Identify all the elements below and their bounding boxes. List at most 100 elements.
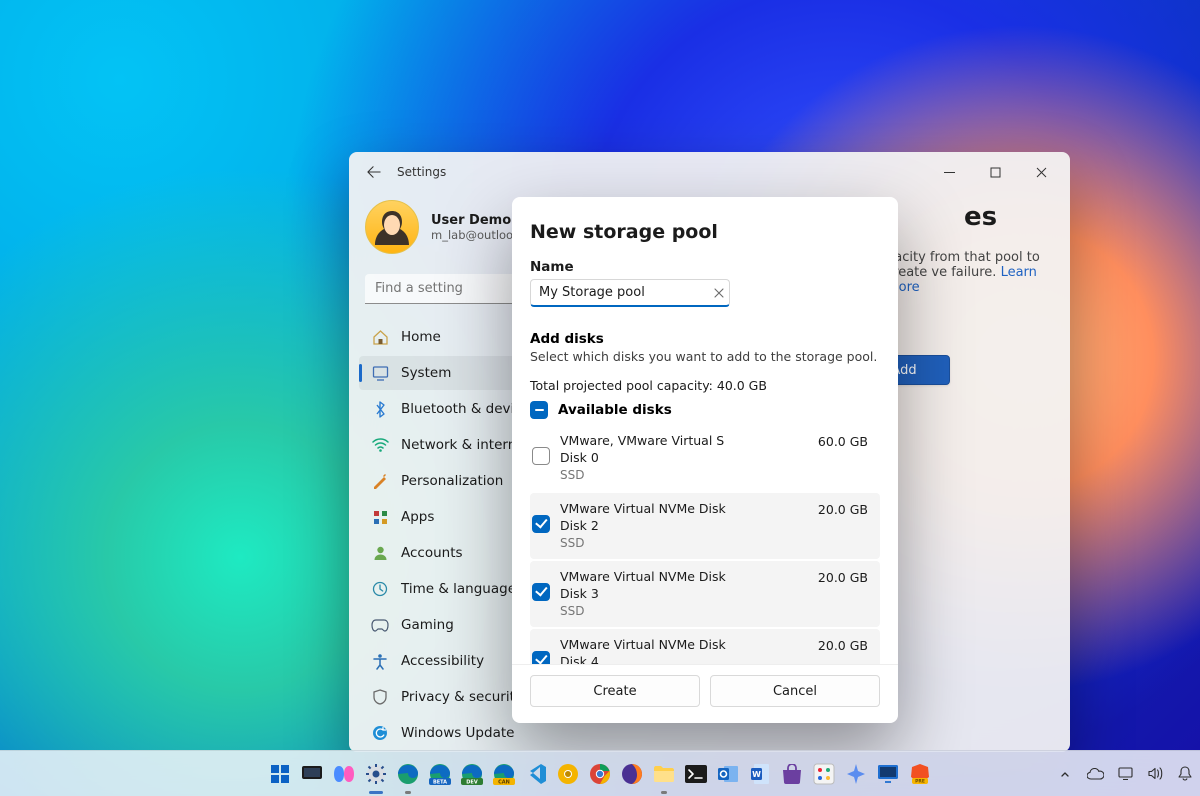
taskbar: BETA DEV CAN W PRE <box>0 750 1200 796</box>
sidebar-item-label: Accounts <box>401 545 463 561</box>
taskbar-center: BETA DEV CAN W PRE <box>267 761 933 787</box>
disk-row[interactable]: VMware, VMware Virtual SDisk 0SSD 60.0 GB <box>530 425 880 491</box>
taskbar-start-icon[interactable] <box>267 761 293 787</box>
app-title: Settings <box>397 165 446 179</box>
available-disks-label: Available disks <box>558 402 672 418</box>
disk-row[interactable]: VMware Virtual NVMe DiskDisk 2SSD20.0 GB <box>530 493 880 559</box>
disk-id: Disk 4 <box>560 654 808 664</box>
disk-id: Disk 2 <box>560 518 808 535</box>
personal-icon <box>371 472 389 490</box>
sidebar-item-label: Gaming <box>401 617 454 633</box>
taskbar-task-view-icon[interactable] <box>299 761 325 787</box>
disk-model: VMware Virtual NVMe Disk <box>560 637 808 654</box>
avatar <box>365 200 419 254</box>
minimize-button[interactable] <box>926 153 972 191</box>
volume-icon[interactable] <box>1146 765 1164 783</box>
desktop-wallpaper: Settings User Demo m_lab@outlook.com <box>0 0 1200 796</box>
svg-text:PRE: PRE <box>915 778 925 784</box>
svg-text:W: W <box>752 770 761 779</box>
sidebar-item-label: Personalization <box>401 473 503 489</box>
disk-checkbox[interactable] <box>532 447 550 465</box>
taskbar-edge-canary-icon[interactable]: CAN <box>491 761 517 787</box>
svg-text:CAN: CAN <box>498 779 510 785</box>
disk-size: 60.0 GB <box>818 433 868 449</box>
disk-checkbox[interactable] <box>532 583 550 601</box>
taskbar-vscode-icon[interactable] <box>523 761 549 787</box>
taskbar-chrome-icon[interactable] <box>587 761 613 787</box>
taskbar-sparkle-icon[interactable] <box>843 761 869 787</box>
page-description: pacity from that pool to create ve failu… <box>886 250 1040 295</box>
disk-checkbox[interactable] <box>532 515 550 533</box>
gaming-icon <box>371 616 389 634</box>
taskbar-brave-icon[interactable]: PRE <box>907 761 933 787</box>
taskbar-copilot-icon[interactable] <box>331 761 357 787</box>
disk-list: VMware, VMware Virtual SDisk 0SSD60.0 GB… <box>530 425 880 664</box>
taskbar-paint-icon[interactable] <box>811 761 837 787</box>
sidebar-item-label: System <box>401 365 451 381</box>
taskbar-word-icon[interactable]: W <box>747 761 773 787</box>
new-storage-pool-dialog: New storage pool Name Add disks Select w… <box>512 197 898 723</box>
svg-text:BETA: BETA <box>433 779 447 785</box>
taskbar-tray <box>1056 765 1194 783</box>
sidebar-item-label: Accessibility <box>401 653 484 669</box>
network-icon <box>371 436 389 454</box>
sidebar-item-label: Time & language <box>401 581 516 597</box>
sidebar-item-label: Network & internet <box>401 437 530 453</box>
disk-size: 20.0 GB <box>818 501 868 517</box>
taskbar-firefox-icon[interactable] <box>619 761 645 787</box>
close-button[interactable] <box>1018 153 1064 191</box>
disk-row[interactable]: VMware Virtual NVMe DiskDisk 4SSD20.0 GB <box>530 629 880 664</box>
sidebar-item-label: Windows Update <box>401 725 514 741</box>
taskbar-terminal-icon[interactable] <box>683 761 709 787</box>
pool-name-input[interactable] <box>530 279 730 307</box>
add-disks-subtext: Select which disks you want to add to th… <box>530 349 880 364</box>
taskbar-explorer-icon[interactable] <box>651 761 677 787</box>
dialog-footer: Create Cancel <box>512 664 898 723</box>
sidebar-item-label: Apps <box>401 509 434 525</box>
bluetooth-icon <box>371 400 389 418</box>
disk-type: SSD <box>560 467 808 483</box>
access-icon <box>371 652 389 670</box>
taskbar-store-icon[interactable] <box>779 761 805 787</box>
sidebar-item-label: Privacy & security <box>401 689 523 705</box>
apps-icon <box>371 508 389 526</box>
disk-row[interactable]: VMware Virtual NVMe DiskDisk 3SSD 20.0 GB <box>530 561 880 627</box>
add-disks-heading: Add disks <box>530 331 880 347</box>
disk-id: Disk 3 <box>560 586 808 603</box>
taskbar-edge-dev-icon[interactable]: DEV <box>459 761 485 787</box>
sidebar-item-label: Home <box>401 329 441 345</box>
disk-checkbox[interactable] <box>532 651 550 664</box>
name-label: Name <box>530 259 880 275</box>
privacy-icon <box>371 688 389 706</box>
notifications-icon[interactable] <box>1176 765 1194 783</box>
clear-input-icon[interactable] <box>708 279 730 307</box>
time-icon <box>371 580 389 598</box>
onedrive-icon[interactable] <box>1086 765 1104 783</box>
update-icon <box>371 724 389 742</box>
network-icon[interactable] <box>1116 765 1134 783</box>
accounts-icon <box>371 544 389 562</box>
taskbar-settings-icon[interactable] <box>363 761 389 787</box>
disk-type: SSD <box>560 535 808 551</box>
disk-model: VMware, VMware Virtual S <box>560 433 808 450</box>
disk-type: SSD <box>560 603 808 619</box>
page-title: es <box>964 202 1040 232</box>
back-button[interactable] <box>355 153 393 191</box>
taskbar-chrome-canary-icon[interactable] <box>555 761 581 787</box>
taskbar-outlook-icon[interactable] <box>715 761 741 787</box>
create-button[interactable]: Create <box>530 675 700 707</box>
taskbar-monitor-icon[interactable] <box>875 761 901 787</box>
tray-overflow-icon[interactable] <box>1056 765 1074 783</box>
taskbar-edge-beta-icon[interactable]: BETA <box>427 761 453 787</box>
available-disks-checkbox[interactable] <box>530 401 548 419</box>
disk-size: 20.0 GB <box>818 569 868 585</box>
home-icon <box>371 328 389 346</box>
disk-id: Disk 0 <box>560 450 808 467</box>
cancel-button[interactable]: Cancel <box>710 675 880 707</box>
window-titlebar: Settings <box>349 152 1070 192</box>
disk-size: 20.0 GB <box>818 637 868 653</box>
taskbar-edge-icon[interactable] <box>395 761 421 787</box>
disk-model: VMware Virtual NVMe Disk <box>560 569 808 586</box>
maximize-button[interactable] <box>972 153 1018 191</box>
dialog-title: New storage pool <box>530 221 880 243</box>
